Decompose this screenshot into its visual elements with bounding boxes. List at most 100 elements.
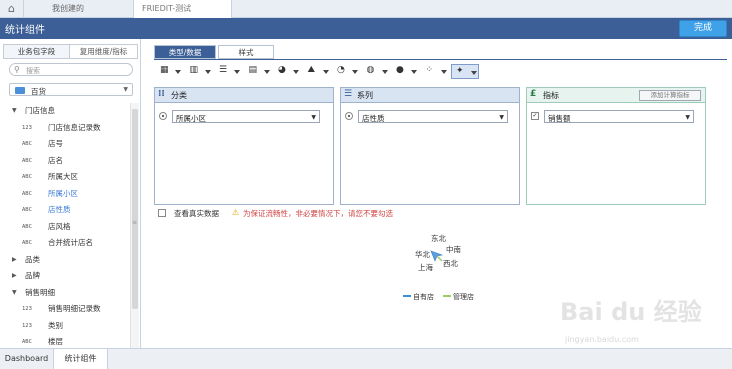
series-field-select[interactable]: 店性质 ▼ [358,110,508,123]
chevron-down-icon [381,70,388,74]
legend-swatch [403,295,411,297]
home-tab[interactable]: ⌂ [0,0,24,18]
scrollbar-thumb[interactable] [132,109,138,309]
legend-label: 管理店 [453,293,474,301]
chart-type-button[interactable]: ◔ [333,64,361,79]
chart-type-button[interactable]: ▦ [156,64,184,79]
tree-field[interactable]: ABC 所属小区 [0,186,130,203]
text-type-icon: ABC [22,174,32,180]
tree-field[interactable]: ABC 所属大区 [0,169,130,186]
ring-icon: ◍ [366,65,375,75]
tree-field[interactable]: ABC 店名 [0,153,130,170]
tree-group[interactable]: ▶ 品牌 [0,268,130,285]
caret-down-icon[interactable]: ▼ [12,285,17,302]
tab-type-data[interactable]: 类型/数据 [154,45,216,59]
category-field-value: 所属小区 [176,114,206,123]
home-icon: ⌂ [8,2,15,15]
text-type-icon: ABC [22,141,32,147]
stacked-bar-icon: ▤ [248,65,258,75]
tree-field[interactable]: ABC 楼层 [0,334,130,348]
radio-button[interactable] [159,112,167,120]
tree-group-label: 销售明细 [25,287,55,297]
chevron-down-icon [411,70,417,74]
chevron-down-icon [322,70,329,74]
chevron-down-icon: ▼ [499,114,504,121]
baidu-watermark: Bai du 经验 [560,298,702,326]
tree-group-label: 门店信息 [25,106,55,115]
scatter-icon: ⁘ [425,65,434,75]
tree-field[interactable]: 123 类别 [0,318,130,335]
chart-type-button[interactable]: ▥ [186,64,214,79]
package-value: 百货 [31,87,46,96]
metric-title: 指标 [543,91,559,100]
chevron-down-icon [471,71,477,75]
metric-field-select[interactable]: 销售额 ▼ [544,110,694,123]
text-type-icon: ABC [22,223,32,230]
map-icon: ⛰ [307,65,316,75]
preview-label: 东北 [431,234,446,243]
grip-icon: ≡ [132,219,138,226]
number-type-icon: 123 [22,306,32,312]
tree-field[interactable]: 123 销售明细记录数 [0,301,130,318]
series-icon: ☰ [344,89,353,99]
search-input[interactable]: ⚲ 搜索 [9,63,133,76]
tree-group[interactable]: ▶ 品类 [0,252,130,269]
tree-field[interactable]: ABC 店号 [0,136,130,153]
category-icon: ⁞⁞ [158,89,165,99]
tab-friedit[interactable]: FRIEDIT-测试 [134,0,232,18]
preview-label: 华北 [415,250,430,259]
tree-group[interactable]: ▼ 销售明细 [0,285,130,302]
chevron-down-icon [293,70,299,74]
chart-type-button[interactable]: ⛰ [304,64,332,79]
tree-group-label: 品类 [25,254,40,264]
tab-stat-component[interactable]: 统计组件 [54,349,108,369]
metric-icon: £ [530,89,537,99]
category-field-select[interactable]: 所属小区 ▼ [172,110,320,123]
caret-right-icon[interactable]: ▶ [12,268,17,285]
chevron-down-icon [263,70,270,74]
metric-header: £ 指标 添加计算指标 [527,88,705,103]
radio-button[interactable] [345,112,353,120]
tree-field-label: 所属大区 [48,172,78,181]
tree-field[interactable]: ABC 店性质 [0,202,130,219]
caret-right-icon[interactable]: ▶ [12,252,17,269]
chevron-down-icon: ▼ [685,114,690,121]
text-type-icon: ABC [22,157,32,164]
chart-type-button[interactable]: ✦ [451,64,479,79]
tree-field[interactable]: ABC 合并统计店名 [0,235,130,252]
add-calculated-metric-button[interactable]: 添加计算指标 [639,90,701,101]
done-button[interactable]: 完成 [679,20,727,37]
chevron-down-icon [204,70,211,74]
preview-label: 西北 [443,259,458,268]
tree-scrollbar[interactable]: ≡ [130,103,139,348]
category-pane: ⁞⁞ 分类 所属小区 ▼ [154,87,334,205]
series-pane: ☰ 系列 店性质 ▼ [340,87,520,205]
chart-type-button[interactable]: ◍ [363,64,391,79]
metric-field-value: 销售额 [548,114,571,123]
tab-style[interactable]: 样式 [218,45,274,59]
number-type-icon: 123 [22,322,32,329]
tab-business-fields[interactable]: 业务包字段 [4,45,70,58]
field-panel-tabs: 业务包字段 复用维度/指标 [3,44,138,59]
tree-field[interactable]: 123 门店信息记录数 [0,120,130,137]
chart-type-button[interactable]: ▤ [245,64,273,79]
chevron-down-icon [352,70,358,74]
chart-type-button[interactable]: ◕ [274,64,302,79]
tab-dashboard[interactable]: Dashboard [0,349,54,369]
tab-reuse-dimensions[interactable]: 复用维度/指标 [70,45,137,58]
chart-type-button[interactable]: ⁘ [422,64,450,79]
tab-mine[interactable]: 我创建的 [24,0,134,18]
package-select[interactable]: 百货 ▼ [9,83,133,96]
chevron-down-icon [175,70,181,74]
tree-field-label: 合并统计店名 [48,238,93,247]
metric-checkbox[interactable]: ✓ [531,112,539,120]
chart-type-button[interactable]: ☰ [215,64,243,79]
tree-field-label: 销售明细记录数 [48,304,101,313]
chart-type-button[interactable]: ● [392,64,420,79]
tree-group[interactable]: ▼ 门店信息 [0,103,130,120]
chevron-down-icon [440,70,447,74]
caret-down-icon[interactable]: ▼ [12,103,17,120]
real-data-checkbox[interactable] [158,209,166,217]
text-type-icon: ABC [22,190,32,197]
tree-field[interactable]: ABC 店风格 [0,219,130,236]
